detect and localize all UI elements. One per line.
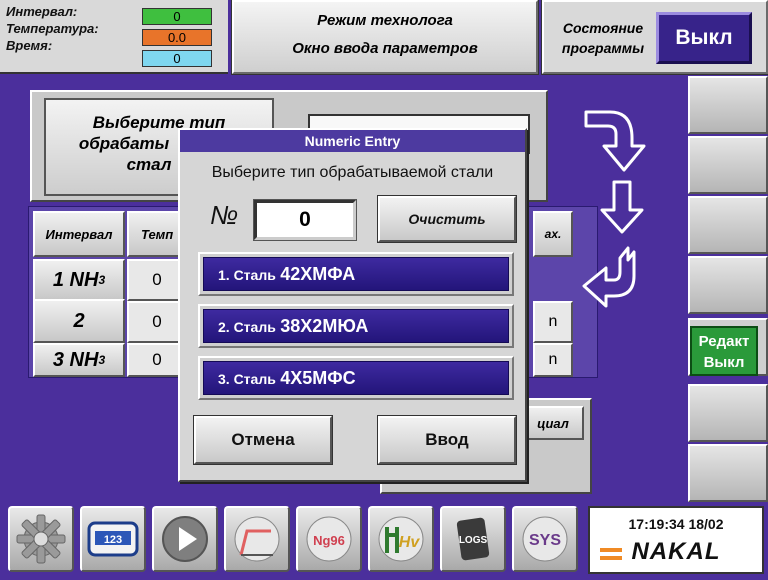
start-button[interactable] (152, 506, 218, 572)
col-header-interval: Интервал (33, 211, 125, 257)
side-button-6[interactable] (688, 384, 768, 442)
arrow-curve-down-icon (584, 110, 646, 172)
logs-button[interactable]: LOGS (440, 506, 506, 572)
number-input[interactable]: 0 (254, 200, 356, 240)
dialog-prompt: Выберите тип обрабатываемой стали (211, 164, 494, 181)
temperature-value: 0.0 (142, 29, 212, 46)
logs-icon: LOGS (456, 517, 490, 561)
side-button-2[interactable] (688, 136, 768, 194)
interval-value: 0 (142, 8, 212, 25)
clear-button[interactable]: Очистить (378, 196, 516, 242)
mode-title: Режим технолога (317, 12, 453, 29)
row-1-name[interactable]: 1 NH 3 (33, 259, 125, 301)
nitriding-button[interactable]: Ng96 (296, 506, 362, 572)
system-button[interactable]: SYS (512, 506, 578, 572)
cancel-button[interactable]: Отмена (194, 416, 332, 464)
state-label-1: Состояние (562, 20, 644, 36)
side-button-4[interactable] (688, 256, 768, 314)
counter-icon: 123 (87, 521, 139, 557)
gear-icon (16, 514, 66, 564)
nakal-logo: NAKAL (631, 538, 721, 565)
dialog-title: Numeric Entry (180, 130, 525, 152)
counter-button[interactable]: 123 (80, 506, 146, 572)
numeric-entry-dialog: Numeric Entry Выберите тип обрабатываемо… (178, 128, 527, 482)
svg-text:123: 123 (104, 534, 122, 546)
program-state-button[interactable]: Выкл (656, 12, 752, 64)
edit-label-2: Выкл (703, 354, 745, 371)
interval-label: Интервал: (6, 4, 78, 19)
arrow-curve-left-icon (582, 246, 636, 308)
hardness-button[interactable]: Hv (368, 506, 434, 572)
svg-text:Hv: Hv (399, 534, 421, 551)
nitriding-icon: Ng96 (306, 516, 352, 562)
steel-option-1[interactable]: 1. Сталь 42ХМФА (198, 252, 514, 296)
process-arrows (582, 110, 646, 308)
col-header-max: ах. (533, 211, 573, 257)
settings-button[interactable] (8, 506, 74, 572)
side-button-3[interactable] (688, 196, 768, 254)
edit-label-1: Редакт (698, 333, 750, 350)
svg-text:SYS: SYS (529, 532, 561, 549)
state-label-2: программы (561, 40, 645, 56)
status-panel: Интервал: Температура: Время: 0 0.0 0 (0, 0, 228, 74)
curve-button[interactable] (224, 506, 290, 572)
side-button-7[interactable] (688, 444, 768, 502)
clock: 17:19:34 18/02 (628, 516, 724, 532)
special-button[interactable]: циал (522, 406, 584, 440)
time-value: 0 (142, 50, 212, 67)
temperature-label: Температура: (6, 21, 99, 36)
arrow-down-icon (600, 180, 644, 234)
row-3-name[interactable]: 3 NH 3 (33, 343, 125, 377)
row-2-name[interactable]: 2 (33, 299, 125, 343)
row-3-max: n (533, 343, 573, 377)
enter-button[interactable]: Ввод (378, 416, 516, 464)
logo-stripe (600, 548, 622, 552)
mode-subtitle: Окно ввода параметров (292, 40, 478, 57)
curve-icon (234, 516, 280, 562)
svg-text:LOGS: LOGS (459, 535, 488, 546)
logo-stripe (600, 556, 622, 560)
steel-option-2[interactable]: 2. Сталь 38Х2МЮА (198, 304, 514, 348)
hardness-icon: Hv (378, 516, 424, 562)
svg-text:Ng96: Ng96 (313, 533, 345, 548)
side-button-1[interactable] (688, 76, 768, 134)
time-label: Время: (6, 38, 53, 53)
clock-logo-panel: 17:19:34 18/02 NAKAL (588, 506, 764, 574)
system-icon: SYS (522, 516, 568, 562)
edit-toggle-button[interactable]: Редакт Выкл (690, 326, 758, 376)
row-2-max: n (533, 301, 573, 343)
number-label: № (210, 200, 239, 230)
steel-option-3[interactable]: 3. Сталь 4Х5МФС (198, 356, 514, 400)
mode-panel: Режим технолога Окно ввода параметров (232, 0, 538, 74)
play-icon (162, 516, 208, 562)
